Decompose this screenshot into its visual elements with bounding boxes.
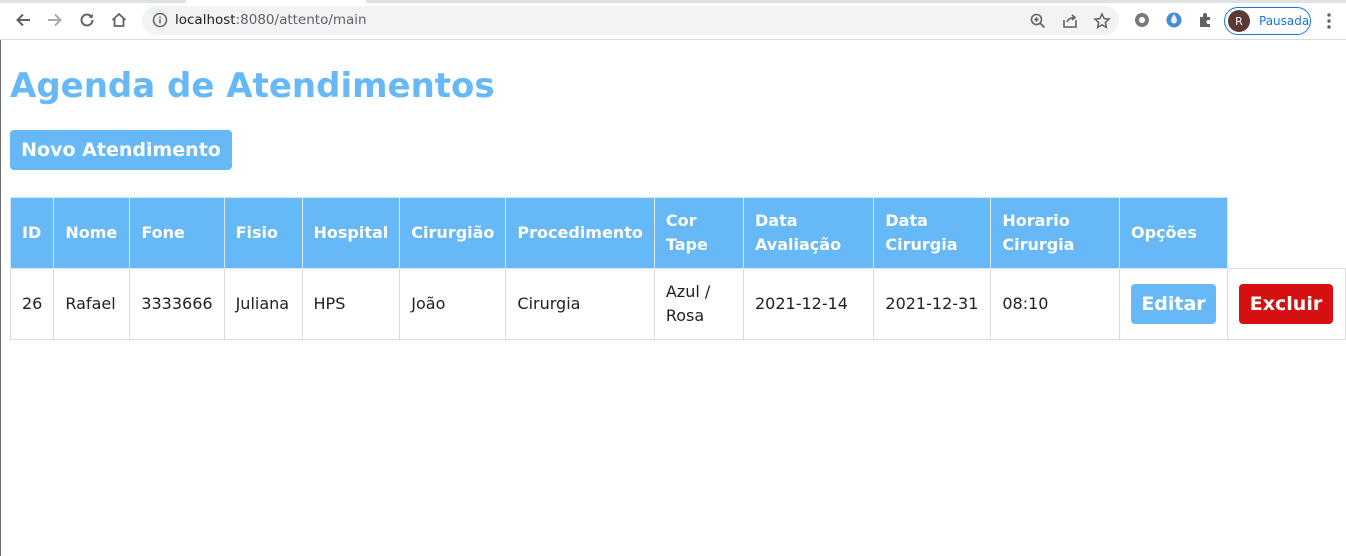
- cell-delete: Excluir: [1227, 268, 1346, 340]
- cell-edit: Editar: [1119, 268, 1228, 340]
- header-procedimento: Procedimento: [505, 197, 655, 269]
- share-icon[interactable]: [1061, 12, 1079, 30]
- cell-horario-cirurgia: 08:10: [990, 268, 1120, 340]
- cell-cor-tape: Azul / Rosa: [653, 268, 744, 340]
- header-horario-cirurgia: Horario Cirurgia: [990, 197, 1120, 269]
- more-menu-icon[interactable]: [1321, 12, 1337, 30]
- avatar: R: [1228, 10, 1250, 32]
- header-data-avaliacao: Data Avaliação: [742, 197, 875, 269]
- cell-cirurgiao: João: [399, 268, 507, 340]
- extension-gear-icon[interactable]: [1132, 10, 1152, 30]
- address-bar[interactable]: localhost:8080/attento/main: [142, 6, 1119, 35]
- site-info-icon[interactable]: [152, 12, 168, 28]
- header-opcoes: Opções: [1119, 197, 1228, 269]
- cell-data-avaliacao: 2021-12-14: [742, 268, 875, 340]
- profile-status: Pausada: [1259, 14, 1310, 28]
- extension-drop-icon[interactable]: [1164, 10, 1184, 30]
- extensions-puzzle-icon[interactable]: [1196, 10, 1216, 30]
- back-icon[interactable]: [11, 8, 35, 32]
- header-hospital: Hospital: [301, 197, 401, 269]
- cell-data-cirurgia: 2021-12-31: [873, 268, 992, 340]
- cell-id: 26: [9, 268, 55, 340]
- zoom-icon[interactable]: [1029, 12, 1047, 30]
- header-data-cirurgia: Data Cirurgia: [873, 197, 992, 269]
- header-spacer: [1227, 197, 1346, 269]
- browser-toolbar: localhost:8080/attento/main R Pausada: [0, 0, 1346, 40]
- cell-procedimento: Cirurgia: [505, 268, 655, 340]
- url-text[interactable]: localhost:8080/attento/main: [175, 12, 367, 28]
- delete-button[interactable]: Excluir: [1239, 284, 1333, 324]
- cell-fone: 3333666: [129, 268, 225, 340]
- forward-icon[interactable]: [43, 8, 67, 32]
- cell-fisio: Juliana: [223, 268, 303, 340]
- window-edge: [0, 40, 1, 556]
- new-appointment-button[interactable]: Novo Atendimento: [10, 130, 232, 170]
- cell-nome: Rafael: [53, 268, 131, 340]
- header-nome: Nome: [53, 197, 131, 269]
- home-icon[interactable]: [107, 8, 131, 32]
- edit-button[interactable]: Editar: [1131, 284, 1216, 324]
- header-cor-tape: Cor Tape: [653, 197, 744, 269]
- header-id: ID: [9, 197, 55, 269]
- bookmark-star-icon[interactable]: [1093, 12, 1111, 30]
- table-row: 26 Rafael 3333666 Juliana HPS João Cirur…: [9, 268, 1346, 340]
- reload-icon[interactable]: [75, 8, 99, 32]
- tab-strip-edge: [0, 0, 1346, 3]
- appointments-table: ID Nome Fone Fisio Hospital Cirurgião Pr…: [9, 197, 1346, 340]
- cell-hospital: HPS: [301, 268, 401, 340]
- profile-button[interactable]: R Pausada: [1224, 7, 1311, 35]
- header-fisio: Fisio: [223, 197, 303, 269]
- page-title: Agenda de Atendimentos: [10, 66, 495, 106]
- header-fone: Fone: [129, 197, 225, 269]
- header-cirurgiao: Cirurgião: [399, 197, 507, 269]
- table-header-row: ID Nome Fone Fisio Hospital Cirurgião Pr…: [9, 197, 1346, 269]
